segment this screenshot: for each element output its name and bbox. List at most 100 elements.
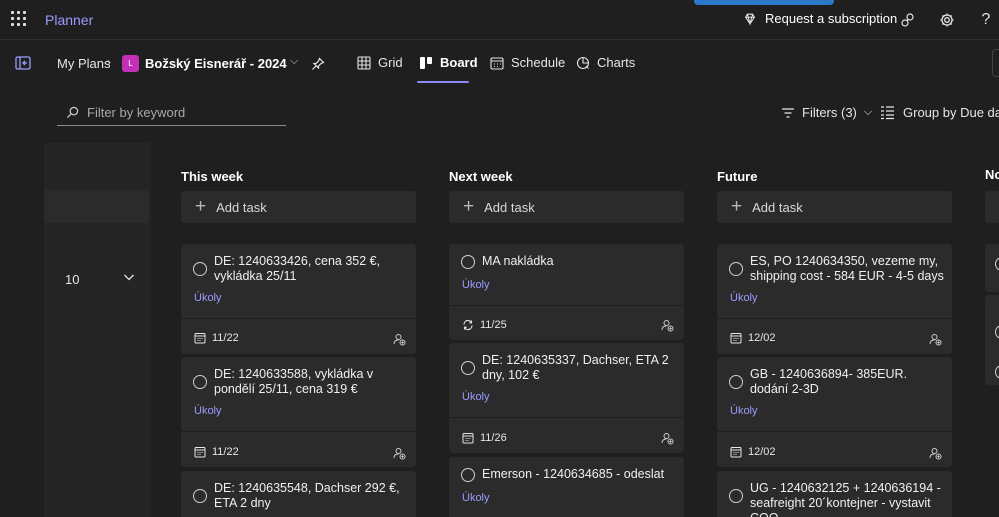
- tab-schedule[interactable]: Schedule: [490, 55, 565, 70]
- task-card[interactable]: MA nakládka Úkoly 11/25: [449, 244, 684, 340]
- plus-icon: +: [731, 195, 743, 217]
- app-bar: Planner Request a subscription ?: [0, 0, 999, 40]
- card-divider: [717, 318, 952, 319]
- board-icon: [420, 56, 432, 69]
- assign-user-icon[interactable]: [661, 432, 674, 445]
- card-divider: [181, 318, 416, 319]
- help-icon[interactable]: ?: [976, 10, 996, 30]
- app-launcher-icon[interactable]: [11, 11, 27, 27]
- tab-grid-label: Grid: [378, 55, 403, 70]
- complete-task-checkbox[interactable]: [193, 375, 207, 389]
- filters-button[interactable]: Filters (3) ⌵: [781, 105, 872, 120]
- group-by-button[interactable]: Group by Due date: [880, 105, 999, 120]
- calendar-icon: [730, 447, 742, 458]
- tab-board[interactable]: Board: [419, 55, 478, 70]
- due-date-text: 11/22: [212, 332, 239, 344]
- task-title: DE: 1240633426, cena 352 €, vykládka 25/…: [214, 254, 381, 283]
- request-subscription-button[interactable]: Request a subscription: [743, 11, 897, 26]
- task-label[interactable]: Úkoly: [730, 405, 758, 417]
- task-card[interactable]: Emerson - 1240634685 - odeslat Úkoly: [449, 457, 684, 517]
- plan-dropdown-chevron-icon[interactable]: ⌵: [290, 55, 298, 68]
- app-title[interactable]: Planner: [45, 12, 93, 28]
- sidebar-toggle-icon[interactable]: [15, 56, 31, 70]
- bucket-title: Future: [717, 169, 758, 184]
- tab-charts[interactable]: Charts: [576, 55, 635, 70]
- add-task-button[interactable]: + Add task: [181, 191, 416, 223]
- bucket-title: No: [985, 167, 999, 182]
- pin-icon[interactable]: [311, 57, 325, 71]
- filter-keyword-field[interactable]: [57, 100, 286, 126]
- plus-icon: +: [463, 195, 475, 217]
- breadcrumb-chevron-icon: ›: [107, 55, 111, 69]
- task-card[interactable]: GB - 1240636894- 385EUR. dodání 2-3D Úko…: [717, 357, 952, 467]
- task-title: MA nakládka: [482, 254, 554, 268]
- task-title: DE: 1240633588, vykládka v pondělí 25/11…: [214, 367, 374, 396]
- complete-task-checkbox[interactable]: [461, 361, 475, 375]
- complete-task-checkbox[interactable]: [729, 489, 743, 503]
- task-label[interactable]: Úkoly: [194, 292, 222, 304]
- task-label[interactable]: Úkoly: [730, 292, 758, 304]
- task-label[interactable]: Úkoly: [194, 405, 222, 417]
- search-icon: [66, 106, 79, 119]
- assign-user-icon[interactable]: [929, 333, 942, 346]
- plan-name[interactable]: Božský Eisnerář - 2024: [145, 56, 287, 71]
- task-card[interactable]: DE: 1240633588, vykládka v pondělí 25/11…: [181, 357, 416, 467]
- task-card[interactable]: ES, PO 1240634350, vezeme my, shipping c…: [717, 244, 952, 354]
- calendar-icon: [194, 447, 206, 458]
- task-title: DE: 1240635337, Dachser, ETA 2 dny, 102 …: [482, 353, 669, 382]
- card-divider: [449, 417, 684, 418]
- calendar-icon: [194, 333, 206, 344]
- settings-gear-icon[interactable]: [937, 10, 957, 30]
- chevron-down-icon: ⌵: [863, 106, 873, 118]
- tab-charts-label: Charts: [597, 55, 636, 70]
- tab-board-label: Board: [440, 55, 478, 70]
- due-date-text: 11/26: [480, 432, 507, 444]
- filters-label: Filters (3): [802, 105, 857, 120]
- group-list-icon: [881, 106, 894, 120]
- filter-keyword-input[interactable]: [87, 105, 277, 120]
- top-accent-bar: [694, 0, 834, 5]
- complete-task-checkbox[interactable]: [193, 489, 207, 503]
- breadcrumb-my-plans[interactable]: My Plans: [57, 56, 110, 71]
- task-label[interactable]: Úkoly: [462, 279, 490, 291]
- complete-task-checkbox[interactable]: [193, 262, 207, 276]
- bucket-title: Next week: [449, 169, 513, 184]
- card-divider: [181, 431, 416, 432]
- task-label[interactable]: Úkoly: [462, 391, 490, 403]
- add-task-button[interactable]: [985, 191, 999, 223]
- tab-grid[interactable]: Grid: [357, 55, 403, 70]
- due-date-text: 12/02: [748, 332, 776, 344]
- complete-task-checkbox[interactable]: [461, 468, 475, 482]
- request-subscription-label: Request a subscription: [765, 11, 898, 26]
- calendar-icon: [490, 56, 504, 70]
- task-due-date: 12/02: [730, 446, 776, 458]
- assign-user-icon[interactable]: [393, 333, 406, 346]
- complete-task-checkbox[interactable]: [729, 375, 743, 389]
- assign-user-icon[interactable]: [929, 447, 942, 460]
- chevron-down-icon[interactable]: [122, 270, 136, 284]
- share-icon[interactable]: [898, 10, 918, 30]
- task-due-date: 11/26: [462, 432, 507, 444]
- due-date-text: 12/02: [748, 446, 776, 458]
- task-label[interactable]: Úkoly: [462, 492, 490, 504]
- assign-user-icon[interactable]: [393, 447, 406, 460]
- complete-task-checkbox[interactable]: [461, 255, 475, 269]
- plan-avatar: L: [122, 55, 139, 72]
- task-card[interactable]: DE: 1240635548, Dachser 292 €, ETA 2 dny: [181, 471, 416, 517]
- add-task-button[interactable]: + Add task: [449, 191, 684, 223]
- task-card[interactable]: DE: 1240635337, Dachser, ETA 2 dny, 102 …: [449, 343, 684, 453]
- repeat-icon: [463, 319, 473, 331]
- task-title: GB - 1240636894- 385EUR. dodání 2-3D: [750, 367, 908, 396]
- share-panel-edge[interactable]: [992, 49, 999, 77]
- add-task-button[interactable]: + Add task: [717, 191, 952, 223]
- grid-icon: [357, 55, 371, 70]
- add-task-label: Add task: [752, 199, 803, 215]
- calendar-icon: [730, 333, 742, 344]
- swimlane-header-cell: [44, 190, 149, 223]
- filter-icon: [782, 107, 794, 118]
- task-card[interactable]: UG - 1240632125 + 1240636194 - seafreigh…: [717, 471, 952, 517]
- complete-task-checkbox[interactable]: [729, 262, 743, 276]
- task-card[interactable]: DE: 1240633426, cena 352 €, vykládka 25/…: [181, 244, 416, 354]
- swimlane-label: 10: [65, 272, 80, 287]
- assign-user-icon[interactable]: [661, 319, 674, 332]
